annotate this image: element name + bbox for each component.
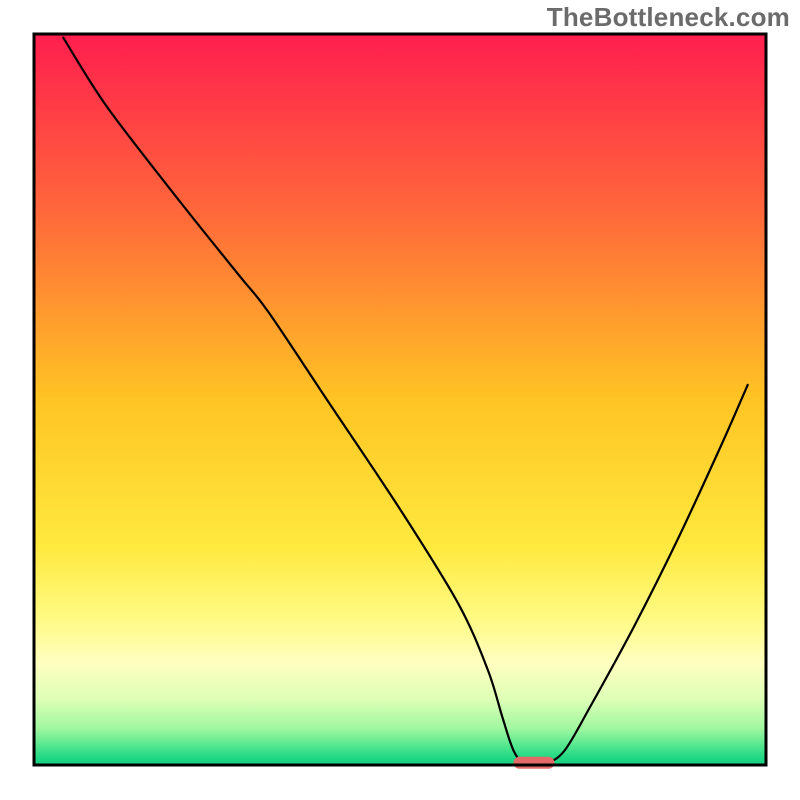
optimal-range-marker — [513, 757, 554, 769]
gradient-background — [34, 34, 766, 765]
bottleneck-chart — [0, 0, 800, 800]
chart-container: TheBottleneck.com — [0, 0, 800, 800]
